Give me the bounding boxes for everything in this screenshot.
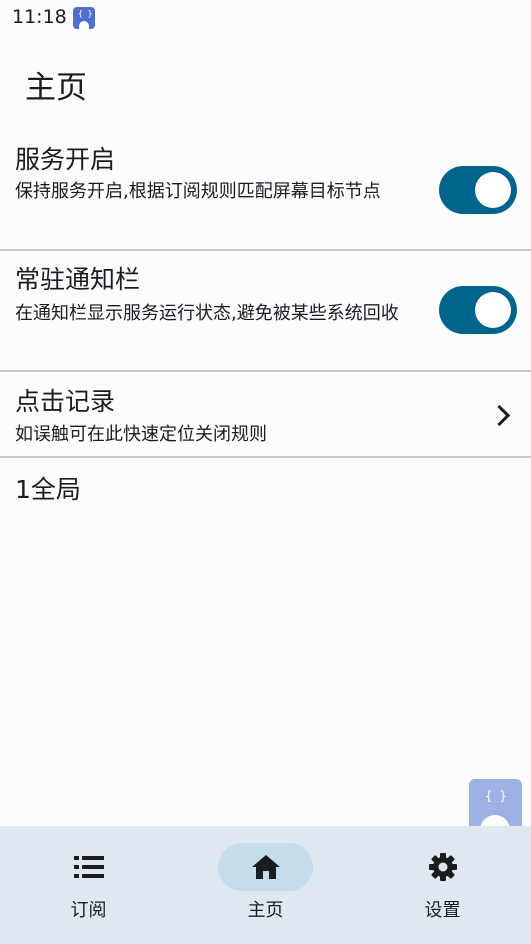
nav-label-home: 主页 bbox=[247, 900, 284, 921]
divider bbox=[0, 456, 531, 458]
nav-item-subscriptions[interactable] bbox=[0, 826, 177, 944]
chevron-right-icon bbox=[488, 404, 511, 427]
nav-item-home[interactable] bbox=[177, 826, 354, 944]
switch-thumb bbox=[475, 292, 511, 328]
setting-row-notification[interactable]: 常驻通知栏 在通知栏显示服务运行状态,避免被某些系统回收 bbox=[0, 251, 531, 370]
bottom-navigation bbox=[0, 826, 531, 944]
list-icon bbox=[73, 856, 104, 878]
setting-desc-click-records: 如误触可在此快速定位关闭规则 bbox=[15, 424, 267, 445]
code-braces-icon: { } bbox=[485, 789, 507, 803]
status-time: 11:18 bbox=[12, 6, 67, 28]
global-rule-count: 1全局 bbox=[15, 475, 81, 504]
app-notification-icon: { } bbox=[73, 7, 95, 29]
switch-thumb bbox=[475, 172, 511, 208]
setting-title-click-records: 点击记录 bbox=[15, 387, 116, 416]
status-bar: 11:18 { } bbox=[0, 0, 531, 36]
notification-switch[interactable] bbox=[439, 286, 517, 334]
setting-row-click-records[interactable]: 点击记录 如误触可在此快速定位关闭规则 bbox=[0, 372, 531, 456]
nav-label-subscriptions: 订阅 bbox=[70, 900, 107, 921]
setting-row-service[interactable]: 服务开启 保持服务开启,根据订阅规则匹配屏幕目标节点 bbox=[0, 130, 531, 250]
nav-item-settings[interactable] bbox=[354, 826, 531, 944]
nav-label-settings: 设置 bbox=[424, 900, 461, 921]
service-switch[interactable] bbox=[439, 166, 517, 214]
setting-desc-notification: 在通知栏显示服务运行状态,避免被某些系统回收 bbox=[15, 303, 399, 324]
setting-title-service: 服务开启 bbox=[15, 145, 116, 174]
setting-title-notification: 常驻通知栏 bbox=[15, 265, 141, 294]
gear-icon bbox=[428, 853, 457, 881]
page-title: 主页 bbox=[25, 70, 87, 106]
setting-desc-service: 保持服务开启,根据订阅规则匹配屏幕目标节点 bbox=[15, 181, 381, 202]
home-icon bbox=[251, 855, 280, 879]
debug-bubble[interactable]: { } bbox=[469, 779, 522, 832]
